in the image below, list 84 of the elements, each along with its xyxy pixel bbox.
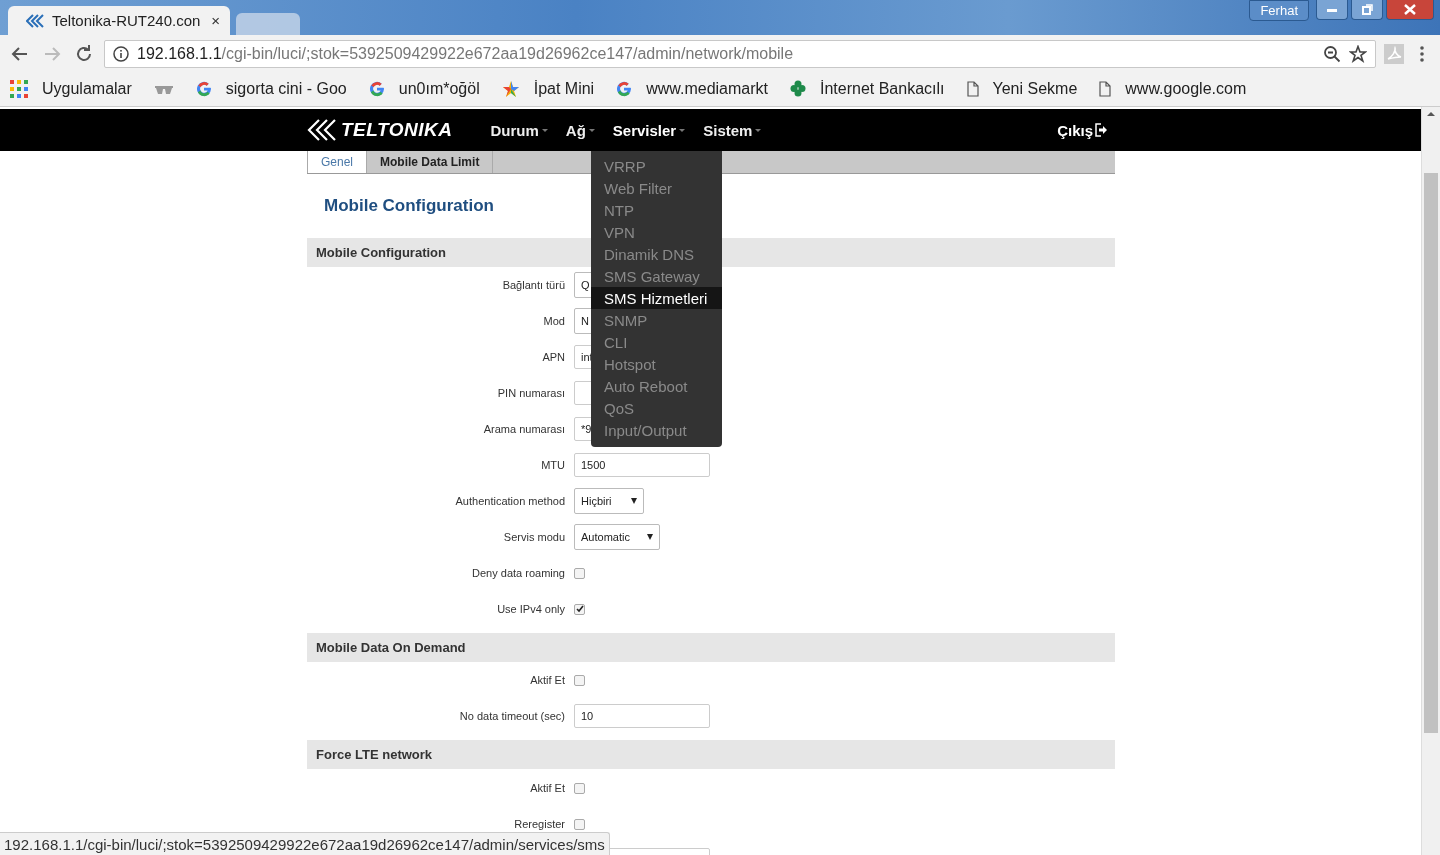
star-icon xyxy=(501,80,520,98)
menu-item[interactable]: Dinamik DNS xyxy=(591,243,722,265)
scrollbar[interactable] xyxy=(1421,107,1440,855)
field-label: PIN numarası xyxy=(496,387,565,399)
field-label: Aktif Et xyxy=(529,782,565,794)
glasses-icon[interactable] xyxy=(153,83,174,95)
google-icon xyxy=(368,81,385,97)
page-icon xyxy=(1099,81,1112,97)
field-label: Reregister xyxy=(513,818,565,830)
menu-item[interactable]: Hotspot xyxy=(591,353,722,375)
checkbox[interactable] xyxy=(574,603,585,615)
apps-icon xyxy=(10,80,28,98)
bookmark-link[interactable]: Uygulamalar xyxy=(42,80,132,98)
checkbox[interactable] xyxy=(574,782,585,794)
info-icon xyxy=(113,45,129,62)
dropdown[interactable]: Automatic xyxy=(574,524,660,550)
checkbox[interactable] xyxy=(574,674,585,686)
google-icon xyxy=(616,81,633,97)
zoom-icon[interactable] xyxy=(1323,44,1341,63)
status-url-tooltip: 192.168.1.1/cgi-bin/luci/;stok=5392509429922e672aa19d26962ce147/admin/services/sms xyxy=(0,832,610,855)
menu-item[interactable]: QoS xyxy=(591,397,722,419)
dropdown[interactable]: Hiçbiri xyxy=(574,488,644,514)
section-header: Force LTE network xyxy=(307,740,1115,769)
field-label: Servis modu xyxy=(502,531,565,543)
logout-button[interactable]: Çıkış xyxy=(1057,121,1107,139)
menu-item[interactable]: SMS Hizmetleri xyxy=(591,287,722,309)
bookmark-link[interactable]: sigorta cini - Goo xyxy=(225,80,347,98)
bookmark-link[interactable]: www.google.com xyxy=(1125,80,1247,98)
clover-icon xyxy=(790,80,806,98)
input-field[interactable]: 10 xyxy=(574,704,710,728)
field-label: No data timeout (sec) xyxy=(458,710,565,722)
checkbox[interactable] xyxy=(574,818,585,830)
caret-icon xyxy=(679,128,686,132)
bookmark-link[interactable]: un0ım*oğöl xyxy=(398,80,480,98)
field-label: Mod xyxy=(542,315,565,327)
chevron-logo-icon xyxy=(307,118,339,142)
address-bar[interactable]: 192.168.1.1/cgi-bin/luci/;stok=5392509429922e672aa19d26962ce147/admin/network/mobile xyxy=(104,39,1376,68)
field-label: MTU xyxy=(540,459,565,471)
page-title: Mobile Configuration xyxy=(324,195,494,217)
menu-item[interactable]: NTP xyxy=(591,199,722,221)
page-icon xyxy=(966,81,979,97)
field-label: Aktif Et xyxy=(529,674,565,686)
nav-menu-item[interactable]: Durum xyxy=(490,121,548,139)
field-label: Bağlantı türü xyxy=(501,279,565,291)
scrollbar-thumb[interactable] xyxy=(1424,173,1438,733)
google-icon xyxy=(195,81,212,97)
maximize-icon[interactable] xyxy=(1351,0,1383,20)
menu-item[interactable]: VRRP xyxy=(591,155,722,177)
menu-item[interactable]: Web Filter xyxy=(591,177,722,199)
input-field[interactable]: 1500 xyxy=(574,453,710,477)
caret-icon xyxy=(630,498,637,504)
field-label: Arama numarası xyxy=(482,423,565,435)
star-icon[interactable] xyxy=(1349,44,1367,63)
caret-icon xyxy=(646,534,653,540)
tab-close-button[interactable]: × xyxy=(211,12,220,29)
minimize-icon[interactable] xyxy=(1316,0,1348,20)
browser-tab[interactable]: Teltonika-RUT240.con × xyxy=(8,6,230,35)
chevron-logo-icon xyxy=(26,13,44,28)
url-text: 192.168.1.1/cgi-bin/luci/;stok=5392509429922e672aa19d26962ce147/admin/network/mobile xyxy=(137,44,795,63)
bookmark-link[interactable]: Yeni Sekme xyxy=(992,80,1078,98)
checkbox[interactable] xyxy=(574,567,585,579)
bookmark-link[interactable]: İnternet Bankacılı xyxy=(820,80,945,98)
field-label: APN xyxy=(541,351,565,363)
field-label: Use IPv4 only xyxy=(496,603,565,615)
tab[interactable]: Genel xyxy=(307,151,368,173)
caret-icon xyxy=(541,128,548,132)
bookmark-link[interactable]: İpat Mini xyxy=(533,80,595,98)
menu-item[interactable]: CLI xyxy=(591,331,722,353)
menu-item[interactable]: SMS Gateway xyxy=(591,265,722,287)
menu-item[interactable]: Input/Output xyxy=(591,419,722,441)
nav-menu-item[interactable]: Sistem xyxy=(703,121,762,139)
menu-item[interactable]: Auto Reboot xyxy=(591,375,722,397)
menu-item[interactable]: SNMP xyxy=(591,309,722,331)
caret-icon xyxy=(755,128,762,132)
logout-icon xyxy=(1095,123,1107,137)
nav-menu-item[interactable]: Servisler xyxy=(612,121,686,139)
caret-icon xyxy=(588,128,595,132)
section-header: Mobile Data On Demand xyxy=(307,633,1115,662)
field-label: Deny data roaming xyxy=(471,567,565,579)
close-icon[interactable] xyxy=(1386,0,1434,20)
bookmark-link[interactable]: www.mediamarkt xyxy=(646,80,768,98)
field-label: Authentication method xyxy=(454,495,565,507)
nav-menu-item[interactable]: Ağ xyxy=(565,121,595,139)
logo-text: TELTONIKA xyxy=(341,119,453,141)
